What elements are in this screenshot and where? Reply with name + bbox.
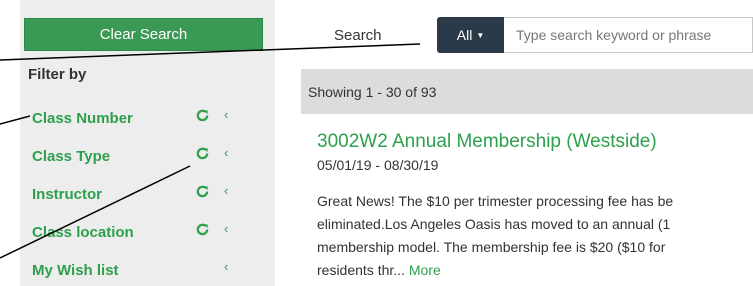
filter-item-instructor[interactable]: Instructor ‹ [20,177,275,211]
result-description-line: residents thr... More [317,262,441,278]
more-link[interactable]: More [409,262,441,278]
search-scope-label: All [456,27,473,43]
result-title-link[interactable]: 3002W2 Annual Membership (Westside) [317,131,657,153]
filter-item-class-number[interactable]: Class Number ‹ [20,101,275,135]
chevron-left-icon[interactable]: ‹ [224,183,228,199]
result-description-text: residents thr... [317,262,405,278]
search-bar: All ▼ [437,17,753,53]
result-description-line: eliminated.Los Angeles Oasis has moved t… [317,216,671,232]
result-dates: 05/01/19 - 08/30/19 [317,157,439,173]
chevron-left-icon[interactable]: ‹ [224,145,228,161]
results-count: Showing 1 - 30 of 93 [308,83,437,100]
filter-label[interactable]: Class Type [32,148,110,165]
result-description-line: membership model. The membership fee is … [317,239,666,255]
chevron-left-icon[interactable]: ‹ [224,107,228,123]
screenshot-frame: Clear Search Filter by Class Number ‹ Cl… [0,0,753,286]
filter-sidebar: Clear Search Filter by Class Number ‹ Cl… [20,0,275,286]
filter-by-heading: Filter by [28,66,87,83]
search-input[interactable] [504,17,753,53]
clear-search-button[interactable]: Clear Search [24,18,263,51]
refresh-icon[interactable] [195,108,211,124]
filter-item-my-wish-list[interactable]: My Wish list ‹ [20,253,275,286]
filter-label[interactable]: Instructor [32,186,102,203]
results-summary-bar: Showing 1 - 30 of 93 [301,69,753,114]
filter-item-class-type[interactable]: Class Type ‹ [20,139,275,173]
result-description-line: Great News! The $10 per trimester proces… [317,193,674,209]
filter-item-class-location[interactable]: Class location ‹ [20,215,275,249]
search-label: Search [334,27,382,44]
caret-down-icon: ▼ [476,31,485,40]
refresh-icon[interactable] [195,222,211,238]
chevron-left-icon[interactable]: ‹ [224,221,228,237]
filter-label[interactable]: My Wish list [32,262,119,279]
chevron-left-icon[interactable]: ‹ [224,259,228,275]
refresh-icon[interactable] [195,184,211,200]
filter-label[interactable]: Class location [32,224,134,241]
refresh-icon[interactable] [195,146,211,162]
filter-label[interactable]: Class Number [32,110,133,127]
search-scope-dropdown[interactable]: All ▼ [437,17,504,53]
